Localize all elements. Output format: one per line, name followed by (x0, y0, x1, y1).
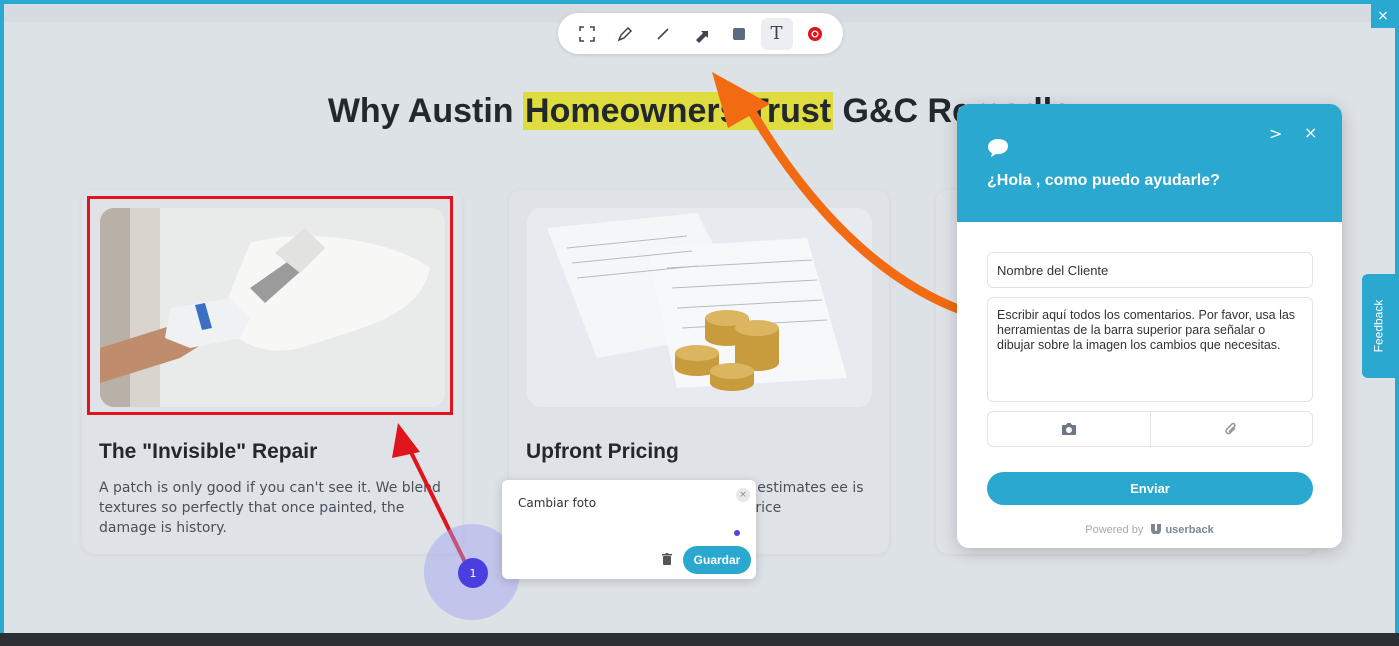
marker-number: 1 (469, 566, 477, 580)
chevron-right-icon[interactable]: > (1269, 124, 1282, 143)
heading-part-1: Why Austin (327, 92, 524, 130)
userback-logo-icon (1151, 524, 1162, 535)
widget-header: > × ¿Hola , como puedo ayudarle? (957, 104, 1342, 222)
close-icon: × (1377, 8, 1389, 24)
save-comment-button[interactable]: Guardar (683, 546, 751, 574)
send-button[interactable]: Enviar (987, 472, 1313, 505)
comment-popup: Cambiar foto × Guardar (502, 480, 756, 579)
card-title: Upfront Pricing (526, 440, 679, 463)
annotation-rectangle[interactable] (87, 196, 453, 415)
pricing-image (527, 208, 872, 407)
annotation-toolbar: T (558, 13, 843, 54)
text-icon[interactable]: T (760, 17, 793, 50)
customer-name-field[interactable] (987, 252, 1313, 288)
color-dot-icon[interactable] (734, 530, 740, 536)
powered-prefix: Powered by (1085, 524, 1144, 536)
comment-text[interactable]: Cambiar foto (518, 496, 596, 510)
crop-frame-icon[interactable] (571, 18, 603, 50)
comments-field[interactable]: Escribir aquí todos los comentarios. Por… (987, 297, 1313, 402)
trash-icon[interactable] (662, 553, 672, 565)
close-icon[interactable]: × (1304, 123, 1317, 142)
attachment-tools (987, 411, 1313, 447)
camera-icon[interactable] (988, 412, 1150, 446)
chat-bubble-icon (988, 139, 1008, 157)
paperclip-icon[interactable] (1149, 412, 1313, 446)
card-text: A patch is only good if you can't see it… (99, 480, 441, 536)
powered-brand: userback (1165, 524, 1214, 536)
line-icon[interactable] (647, 18, 679, 50)
feedback-tab-label: Feedback (1371, 299, 1386, 353)
rectangle-icon[interactable] (723, 18, 755, 50)
feedback-widget: > × ¿Hola , como puedo ayudarle? Escribi… (957, 104, 1342, 548)
text-tool-label: T (770, 23, 783, 44)
page-footer-band (0, 633, 1399, 646)
pen-icon[interactable] (609, 18, 641, 50)
close-capture-button[interactable]: × (1371, 4, 1395, 28)
feedback-tab[interactable]: Feedback (1362, 274, 1395, 378)
heading-highlight: Homeowners Trust (523, 92, 834, 130)
record-icon[interactable] (799, 18, 831, 50)
close-icon[interactable]: × (736, 488, 750, 502)
card-title: The "Invisible" Repair (99, 440, 318, 463)
widget-title: ¿Hola , como puedo ayudarle? (987, 172, 1220, 189)
comment-close-glyph: × (739, 490, 747, 500)
arrow-icon[interactable] (685, 18, 717, 50)
comment-marker[interactable]: 1 (458, 558, 488, 588)
powered-by: Powered by userback (957, 523, 1342, 536)
